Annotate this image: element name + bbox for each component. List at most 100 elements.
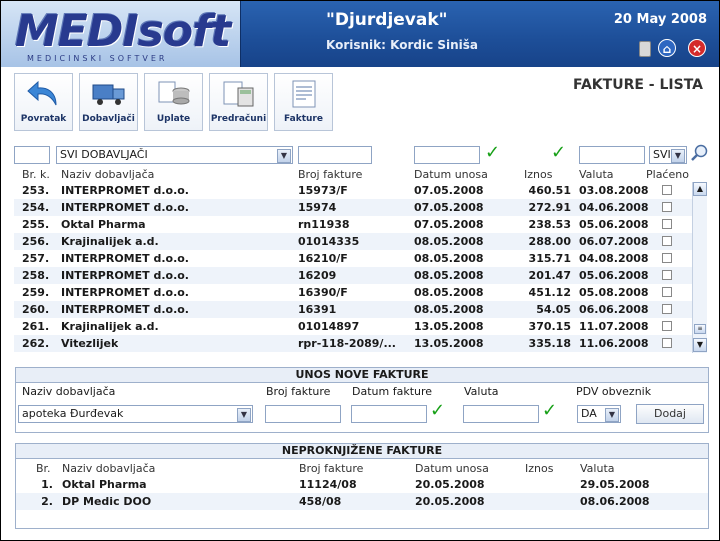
scroll-thumb[interactable]: ≡ (694, 324, 706, 334)
paid-checkbox[interactable] (662, 253, 672, 263)
row-due-date: 03.08.2008 (579, 184, 649, 197)
paid-checkbox[interactable] (662, 321, 672, 331)
ub-row-supplier: DP Medic DOO (62, 495, 152, 508)
row-supplier: INTERPROMET d.o.o. (61, 184, 189, 197)
coins-icon (156, 79, 192, 109)
row-supplier: Oktal Pharma (61, 218, 146, 231)
row-number: 261. (22, 320, 50, 333)
paid-checkbox[interactable] (662, 236, 672, 246)
row-invoice-number: 01014897 (298, 320, 360, 333)
ub-row-number: 2. (41, 495, 53, 508)
paid-checkbox[interactable] (662, 202, 672, 212)
ub-col-invoice: Broj fakture (299, 462, 364, 475)
table-row[interactable]: 255. Oktal Pharma rn11938 07.05.2008 238.53 0… (14, 216, 692, 233)
table-row[interactable]: 261. Krajinalijek a.d. 01014897 13.05.2008 3… (14, 318, 692, 335)
row-entry-date: 07.05.2008 (414, 218, 484, 231)
chevron-down-icon[interactable]: ▼ (605, 408, 619, 422)
filter-due-input[interactable] (579, 146, 645, 164)
row-entry-date: 08.05.2008 (414, 303, 484, 316)
status-filter-value: SVI (653, 148, 671, 161)
row-supplier: Vitezlijek (61, 337, 119, 350)
col-header-no: Br. k. (22, 168, 50, 181)
vat-select[interactable]: DA ▼ (577, 405, 621, 423)
filter-date-input[interactable] (414, 146, 480, 164)
table-row[interactable]: 262. Vitezlijek rpr-118-2089/... 13.05.2008… (14, 335, 692, 352)
row-amount: 201.47 (528, 269, 571, 282)
date-filter-check-icon[interactable]: ✓ (485, 143, 509, 163)
table-row[interactable]: 259. INTERPROMET d.o.o. 16390/F 08.05.2008 4… (14, 284, 692, 301)
row-supplier: INTERPROMET d.o.o. (61, 303, 189, 316)
paid-checkbox[interactable] (662, 270, 672, 280)
row-invoice-number: 15973/F (298, 184, 348, 197)
scroll-down-icon[interactable]: ▼ (693, 338, 707, 352)
table-row[interactable]: 256. Krajinalijek a.d. 01014335 08.05.2008 2… (14, 233, 692, 250)
filter-number-input[interactable] (14, 146, 50, 164)
ub-col-supplier: Naziv dobavljača (62, 462, 156, 475)
new-invoice-number-input[interactable] (265, 405, 341, 423)
row-supplier: INTERPROMET d.o.o. (61, 286, 189, 299)
invoice-date-check-icon[interactable]: ✓ (430, 401, 454, 421)
suppliers-button-label: Dobavljači (82, 114, 135, 124)
pharmacy-name: "Djurdjevak" (326, 10, 448, 30)
proforma-button[interactable]: Predračuni (209, 73, 268, 131)
chevron-down-icon[interactable]: ▼ (277, 149, 291, 163)
filter-invoice-input[interactable] (298, 146, 372, 164)
row-invoice-number: 15974 (298, 201, 337, 214)
chevron-down-icon[interactable]: ▼ (237, 408, 251, 422)
user-label: Korisnik: Kordic Siniša (326, 38, 479, 52)
page-title: FAKTURE - LISTA (573, 77, 703, 93)
row-due-date: 05.06.2008 (579, 269, 649, 282)
suppliers-button[interactable]: Dobavljači (79, 73, 138, 131)
table-scrollbar[interactable]: ▲ ≡ ▼ (692, 182, 707, 353)
row-entry-date: 07.05.2008 (414, 184, 484, 197)
invoices-button-label: Fakture (284, 114, 323, 124)
supplier-filter-value: SVI DOBAVLJAČI (60, 148, 148, 161)
status-filter-select[interactable]: SVI ▼ (649, 146, 687, 164)
calculator-icon (221, 79, 257, 109)
table-row[interactable]: 260. INTERPROMET d.o.o. 16391 08.05.2008 54.… (14, 301, 692, 318)
new-invoice-date-input[interactable] (351, 405, 427, 423)
ub-row-invoice-number: 458/08 (299, 495, 342, 508)
table-row[interactable]: 253. INTERPROMET d.o.o. 15973/F 07.05.2008 4… (14, 182, 692, 199)
ub-row-supplier: Oktal Pharma (62, 478, 147, 491)
chevron-down-icon[interactable]: ▼ (671, 149, 685, 163)
invoices-button[interactable]: Fakture (274, 73, 333, 131)
paid-checkbox[interactable] (662, 219, 672, 229)
calculator-icon[interactable] (639, 41, 651, 57)
ub-col-amount: Iznos (525, 462, 554, 475)
row-invoice-number: rpr-118-2089/... (298, 337, 396, 350)
col-header-invoice: Broj fakture (298, 168, 363, 181)
row-invoice-number: rn11938 (298, 218, 350, 231)
row-entry-date: 13.05.2008 (414, 320, 484, 333)
unbooked-invoices-panel: NEPROKNJIŽENE FAKTURE Br. Naziv dobavlja… (15, 443, 709, 529)
payments-button-label: Uplate (156, 114, 191, 124)
table-row[interactable]: 258. INTERPROMET d.o.o. 16209 08.05.2008 201… (14, 267, 692, 284)
due-filter-check-icon[interactable]: ✓ (551, 143, 575, 163)
home-icon[interactable]: ⌂ (658, 39, 676, 57)
header-bar: MEDIsoft MEDICINSKI SOFTVER "Djurdjevak"… (1, 1, 719, 67)
unbooked-row[interactable]: 1. Oktal Pharma 11124/08 20.05.2008 29.05.20… (16, 476, 708, 493)
new-invoice-due-input[interactable] (463, 405, 539, 423)
paid-checkbox[interactable] (662, 287, 672, 297)
supplier-filter-select[interactable]: SVI DOBAVLJAČI ▼ (56, 146, 293, 164)
payments-button[interactable]: Uplate (144, 73, 203, 131)
table-row[interactable]: 257. INTERPROMET d.o.o. 16210/F 08.05.2008 3… (14, 250, 692, 267)
due-date-check-icon[interactable]: ✓ (542, 401, 566, 421)
close-icon[interactable]: × (688, 39, 706, 57)
back-button[interactable]: Povratak (14, 73, 73, 131)
add-invoice-button[interactable]: Dodaj (636, 404, 704, 424)
row-due-date: 06.07.2008 (579, 235, 649, 248)
new-supplier-select[interactable]: apoteka Đurđevak ▼ (18, 405, 253, 423)
ub-row-due-date: 29.05.2008 (580, 478, 650, 491)
row-amount: 451.12 (528, 286, 571, 299)
search-icon[interactable] (690, 143, 710, 163)
new-supplier-value: apoteka Đurđevak (22, 407, 124, 420)
scroll-up-icon[interactable]: ▲ (693, 182, 707, 196)
table-row[interactable]: 254. INTERPROMET d.o.o. 15974 07.05.2008 272… (14, 199, 692, 216)
unbooked-row[interactable]: 2. DP Medic DOO 458/08 20.05.2008 08.06.2008 (16, 493, 708, 510)
paid-checkbox[interactable] (662, 185, 672, 195)
paid-checkbox[interactable] (662, 304, 672, 314)
row-invoice-number: 16209 (298, 269, 337, 282)
paid-checkbox[interactable] (662, 338, 672, 348)
row-entry-date: 08.05.2008 (414, 269, 484, 282)
